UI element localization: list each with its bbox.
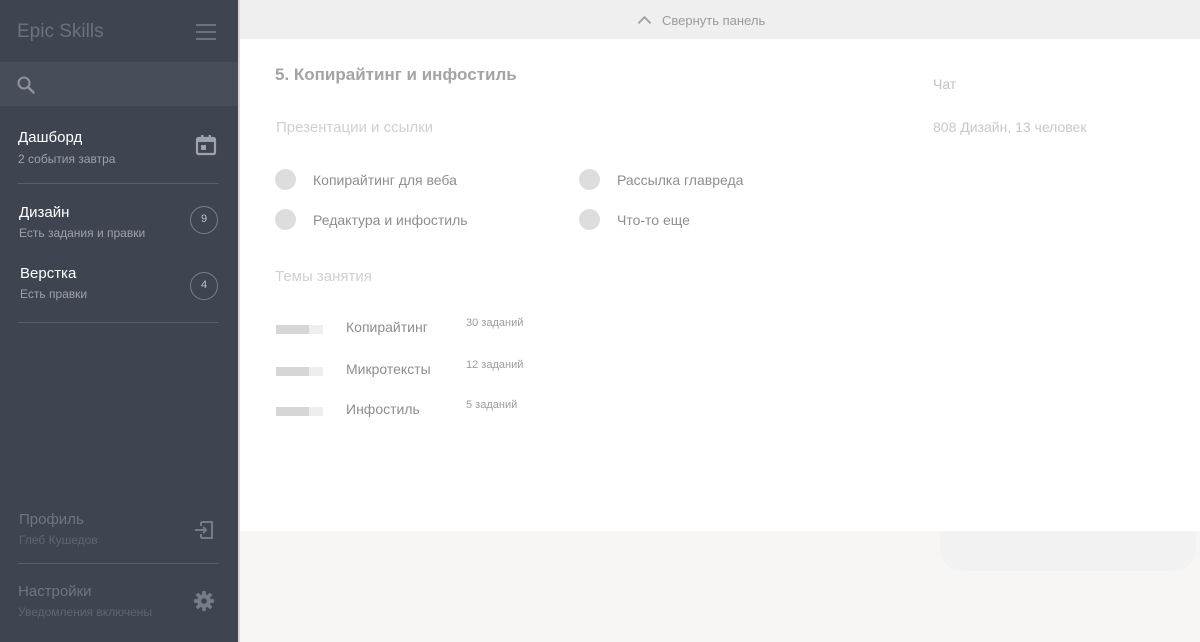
topics-heading: Темы занятия <box>275 268 372 285</box>
hamburger-menu-icon[interactable] <box>196 23 218 41</box>
divider <box>18 322 219 323</box>
progress-fill <box>276 407 309 416</box>
gear-icon[interactable] <box>193 590 215 612</box>
sidebar-item-subtitle: Есть правки <box>20 287 88 301</box>
sidebar-item-title: Верстка <box>20 265 77 282</box>
search-icon[interactable] <box>16 75 36 95</box>
calendar-icon[interactable] <box>195 134 217 156</box>
collapse-panel-button[interactable]: Свернуть панель <box>637 11 765 29</box>
link-bullet <box>275 169 296 190</box>
link-glavred-newsletter[interactable]: Рассылка главреда <box>579 169 743 190</box>
topic-count: 30 заданий <box>466 317 524 329</box>
sidebar-item-title: Профиль <box>19 511 84 528</box>
topic-row[interactable]: Микротексты 12 заданий <box>276 359 576 381</box>
count-badge: 4 <box>190 272 218 300</box>
topic-name: Копирайтинг <box>346 319 428 335</box>
sidebar-item-title: Дашборд <box>18 129 83 146</box>
brand-logo[interactable]: Epic Skills <box>17 21 104 43</box>
sidebar-item-subtitle: 2 события завтра <box>18 152 116 166</box>
search-bar <box>0 62 238 106</box>
link-label: Что-то еще <box>617 211 690 228</box>
sidebar-item-settings[interactable]: Настройки Уведомления включены <box>0 564 238 642</box>
progress-fill <box>276 325 309 334</box>
link-label: Рассылка главреда <box>617 171 744 188</box>
link-editing-infostyle[interactable]: Редактура и инфостиль <box>275 209 468 230</box>
topic-row[interactable]: Инфостиль 5 заданий <box>276 399 576 421</box>
chevron-up-icon <box>637 15 652 24</box>
chat-label: Чат <box>933 76 957 92</box>
content-panel <box>240 39 1200 531</box>
sidebar-item-subtitle: Глеб Кушедов <box>19 533 98 547</box>
sidebar-item-design[interactable]: Дизайн Есть задания и правки 9 <box>0 184 238 250</box>
page-title: 5. Копирайтинг и инфостиль <box>275 65 517 84</box>
links-heading: Презентации и ссылки <box>276 119 434 136</box>
sidebar: Epic Skills Дашборд 2 события завтра Диз… <box>0 0 238 642</box>
collapse-panel-label: Свернуть панель <box>662 12 766 28</box>
sidebar-item-title: Настройки <box>18 583 92 600</box>
link-bullet <box>579 169 600 190</box>
sidebar-header: Epic Skills <box>0 0 238 62</box>
sidebar-item-title: Дизайн <box>19 204 70 221</box>
progress-bar <box>276 367 323 376</box>
sidebar-item-profile[interactable]: Профиль Глеб Кушедов <box>0 500 238 562</box>
count-badge: 9 <box>190 206 218 234</box>
search-input[interactable] <box>44 70 224 98</box>
topic-count: 5 заданий <box>466 399 518 411</box>
top-bar: Свернуть панель <box>240 0 1200 39</box>
sidebar-item-subtitle: Уведомления включены <box>18 605 153 619</box>
progress-bar <box>276 407 323 416</box>
sidebar-item-subtitle: Есть задания и правки <box>19 226 146 240</box>
link-label: Копирайтинг для веба <box>313 171 457 188</box>
topic-count: 12 заданий <box>466 359 524 371</box>
sidebar-item-layout[interactable]: Верстка Есть правки 4 <box>0 250 238 322</box>
topic-name: Инфостиль <box>346 401 420 417</box>
link-copywriting-web[interactable]: Копирайтинг для веба <box>275 169 457 190</box>
topic-name: Микротексты <box>346 361 431 377</box>
logout-icon[interactable] <box>193 519 215 541</box>
topic-row[interactable]: Копирайтинг 30 заданий <box>276 317 576 339</box>
progress-fill <box>276 367 309 376</box>
link-bullet <box>579 209 600 230</box>
chat-tab[interactable] <box>940 531 1196 571</box>
link-bullet <box>275 209 296 230</box>
chat-info: 808 Дизайн, 13 человек <box>933 119 1087 135</box>
link-label: Редактура и инфостиль <box>313 211 468 228</box>
progress-bar <box>276 325 323 334</box>
link-something-else[interactable]: Что-то еще <box>579 209 690 230</box>
